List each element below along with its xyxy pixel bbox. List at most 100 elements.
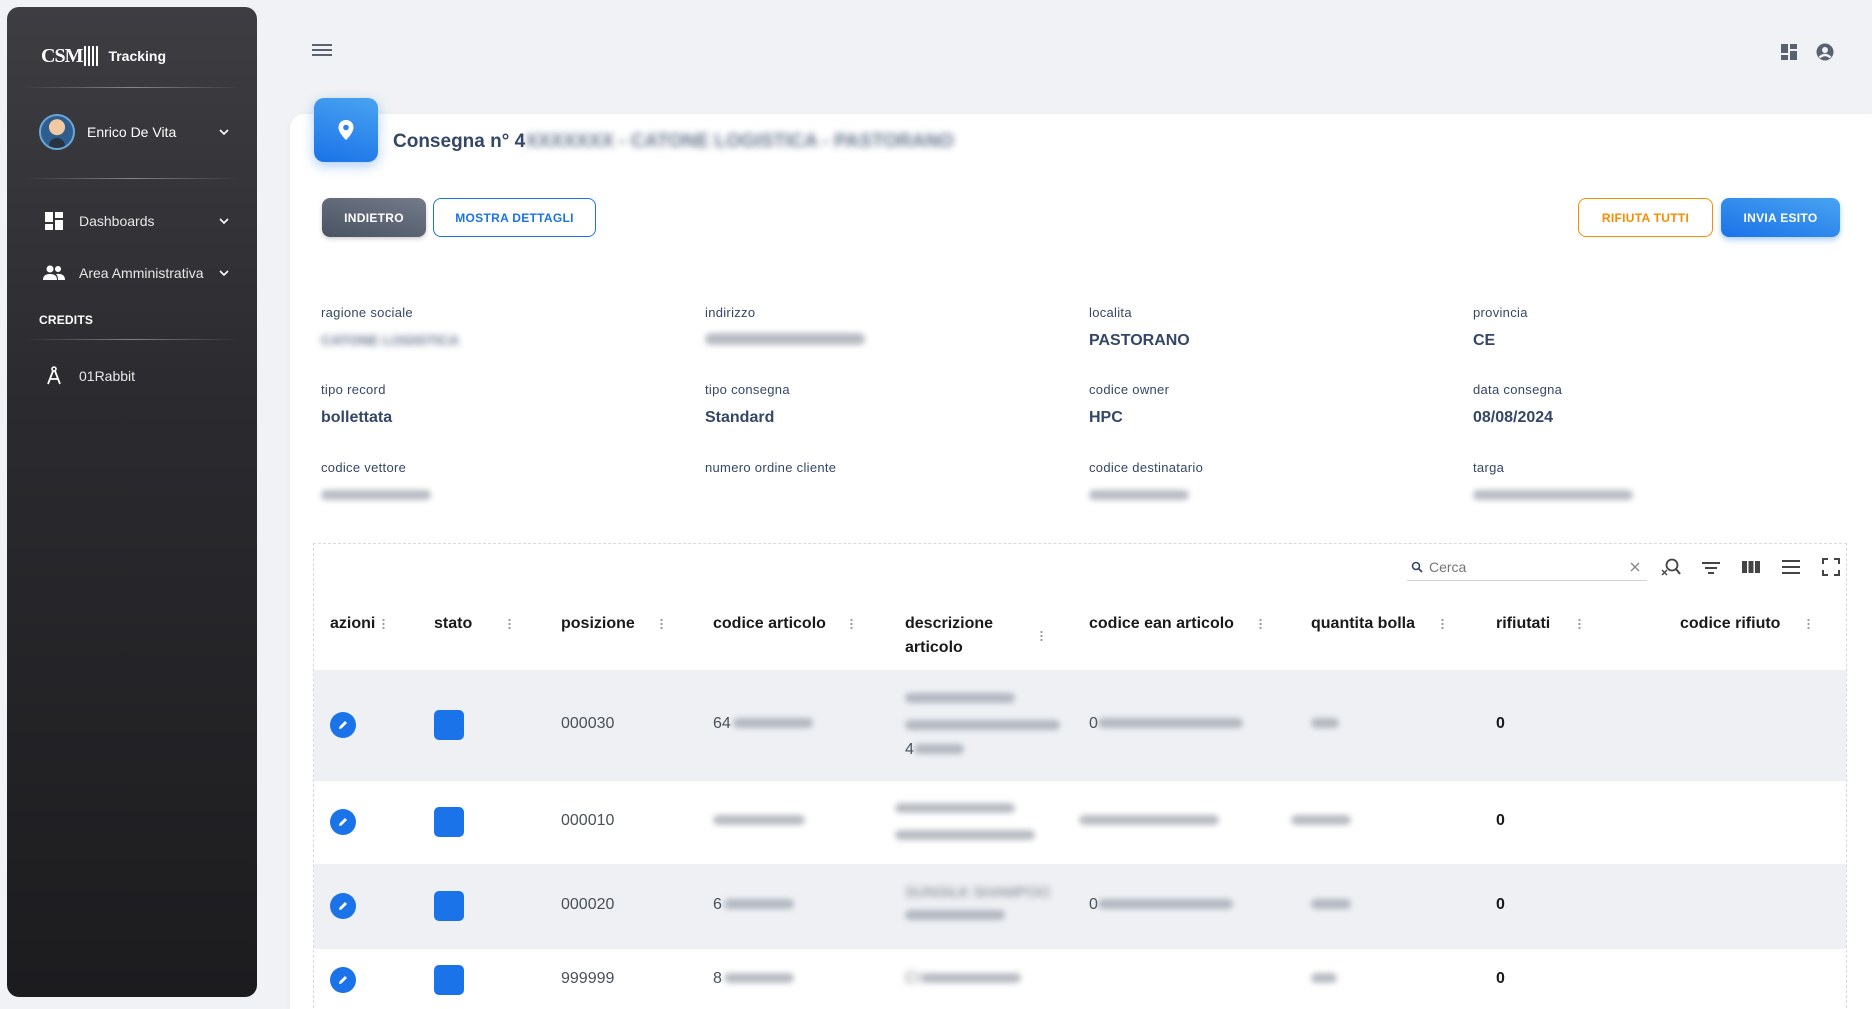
field-label: ragione sociale <box>321 305 413 320</box>
filter-icon[interactable] <box>1701 557 1721 577</box>
edit-icon[interactable] <box>330 809 356 835</box>
field-value <box>1473 487 1803 507</box>
cell-quantita <box>1291 812 1351 830</box>
sidebar: CSM Tracking Enrico De Vita Dashboards A… <box>7 7 257 997</box>
divider <box>23 178 241 179</box>
field-label: codice destinatario <box>1089 460 1204 475</box>
location-pin-icon <box>314 98 378 162</box>
menu-icon[interactable] <box>312 42 332 58</box>
field-label: targa <box>1473 460 1505 475</box>
sidebar-item-01rabbit[interactable]: 01Rabbit <box>7 350 257 402</box>
field-label: localita <box>1089 305 1132 320</box>
field-value: Standard <box>705 409 775 426</box>
search-off-icon[interactable] <box>1661 557 1681 577</box>
brand-logo: CSM <box>41 45 99 68</box>
field-label: codice vettore <box>321 460 407 475</box>
field-label: numero ordine cliente <box>705 460 837 475</box>
columns-icon[interactable] <box>1741 557 1761 577</box>
sidebar-item-label: 01Rabbit <box>79 368 136 384</box>
edit-icon[interactable] <box>330 893 356 919</box>
status-badge <box>434 891 464 921</box>
column-header-quantita-bolla[interactable]: quantita bolla <box>1311 612 1444 636</box>
brand-name: Tracking <box>108 48 167 64</box>
cell-posizione: 000020 <box>561 896 615 913</box>
user-menu[interactable]: Enrico De Vita <box>7 96 257 168</box>
cell-quantita <box>1311 896 1351 914</box>
reject-all-button[interactable]: RIFIUTA TUTTI <box>1578 198 1713 237</box>
avatar <box>39 114 75 150</box>
search-field[interactable] <box>1407 553 1647 581</box>
cell-descrizione: SUNSILK SHAMPOO <box>905 884 1050 925</box>
field-label: tipo consegna <box>705 382 790 397</box>
cell-rifiutati: 0 <box>1496 970 1505 987</box>
show-details-button[interactable]: MOSTRA DETTAGLI <box>433 198 596 237</box>
status-badge <box>434 710 464 740</box>
table-row[interactable] <box>314 670 1846 781</box>
field-localita: localita PASTORANO <box>1089 305 1419 352</box>
send-outcome-button[interactable]: INVIA ESITO <box>1721 198 1840 237</box>
field-codice-vettore: codice vettore <box>321 460 651 507</box>
cell-codice-articolo: 6 <box>713 896 794 914</box>
column-header-codice-articolo[interactable]: codice articolo <box>713 612 853 636</box>
field-value <box>705 332 1035 352</box>
user-name: Enrico De Vita <box>87 124 177 140</box>
search-icon <box>1411 561 1423 573</box>
cell-ean: 0 <box>1089 896 1233 914</box>
chevron-down-icon <box>219 218 229 225</box>
search-input[interactable] <box>1429 558 1629 575</box>
table-row[interactable] <box>314 864 1846 949</box>
brand[interactable]: CSM Tracking <box>7 7 257 79</box>
blurred-code: XXXXXXX - CA <box>525 131 657 152</box>
page-title: Consegna n° 4XXXXXXX - CATONE LOGISTICA … <box>393 131 954 152</box>
field-ragione-sociale: ragione sociale CATONE LOGISTICA <box>321 305 651 352</box>
cell-posizione: 000030 <box>561 715 615 732</box>
compass-icon <box>43 365 65 387</box>
column-header-rifiutati[interactable]: rifiutati <box>1496 612 1581 636</box>
field-value: bollettata <box>321 409 393 426</box>
table-toolbar <box>1407 553 1841 581</box>
clear-icon[interactable] <box>1629 561 1641 573</box>
field-label: provincia <box>1473 305 1528 320</box>
cell-descrizione: 4 <box>905 690 1060 759</box>
column-header-azioni[interactable]: azioni <box>330 612 385 636</box>
cell-ean <box>1079 812 1219 830</box>
status-badge <box>434 965 464 995</box>
field-indirizzo: indirizzo <box>705 305 1035 352</box>
column-header-posizione[interactable]: posizione <box>561 612 663 636</box>
field-value <box>705 487 1035 507</box>
sidebar-item-dashboards[interactable]: Dashboards <box>7 195 257 247</box>
cell-codice-articolo <box>713 812 805 830</box>
density-icon[interactable] <box>1781 557 1801 577</box>
field-value <box>1089 487 1419 507</box>
field-targa: targa <box>1473 460 1803 507</box>
cell-ean: 0 <box>1089 715 1243 733</box>
people-icon <box>43 262 65 284</box>
field-numero-ordine-cliente: numero ordine cliente <box>705 460 1035 507</box>
back-button[interactable]: INDIETRO <box>322 198 426 237</box>
cell-quantita <box>1311 970 1337 988</box>
field-label: tipo record <box>321 382 386 397</box>
edit-icon[interactable] <box>330 967 356 993</box>
cell-rifiutati: 0 <box>1496 812 1505 829</box>
top-right-actions <box>1780 43 1834 61</box>
cell-descrizione: CI <box>905 970 1021 988</box>
edit-icon[interactable] <box>330 712 356 738</box>
field-codice-destinatario: codice destinatario <box>1089 460 1419 507</box>
field-value: 08/08/2024 <box>1473 409 1554 426</box>
divider <box>23 339 241 340</box>
field-data-consegna: data consegna 08/08/2024 <box>1473 382 1803 429</box>
table-row[interactable] <box>314 949 1846 1009</box>
fullscreen-icon[interactable] <box>1821 557 1841 577</box>
field-value <box>321 487 651 507</box>
divider <box>23 87 241 88</box>
column-header-descrizione-articolo[interactable]: descrizione articolo <box>905 612 1043 660</box>
account-icon[interactable] <box>1816 43 1834 61</box>
column-header-codice-ean[interactable]: codice ean articolo <box>1089 612 1262 636</box>
field-tipo-consegna: tipo consegna Standard <box>705 382 1035 429</box>
dashboard-icon[interactable] <box>1780 43 1798 61</box>
field-value: PASTORANO <box>1089 332 1190 349</box>
sidebar-item-area-amministrativa[interactable]: Area Amministrativa <box>7 247 257 299</box>
column-header-stato[interactable]: stato <box>434 612 511 636</box>
cell-rifiutati: 0 <box>1496 896 1505 913</box>
column-header-codice-rifiuto[interactable]: codice rifiuto <box>1680 612 1810 636</box>
